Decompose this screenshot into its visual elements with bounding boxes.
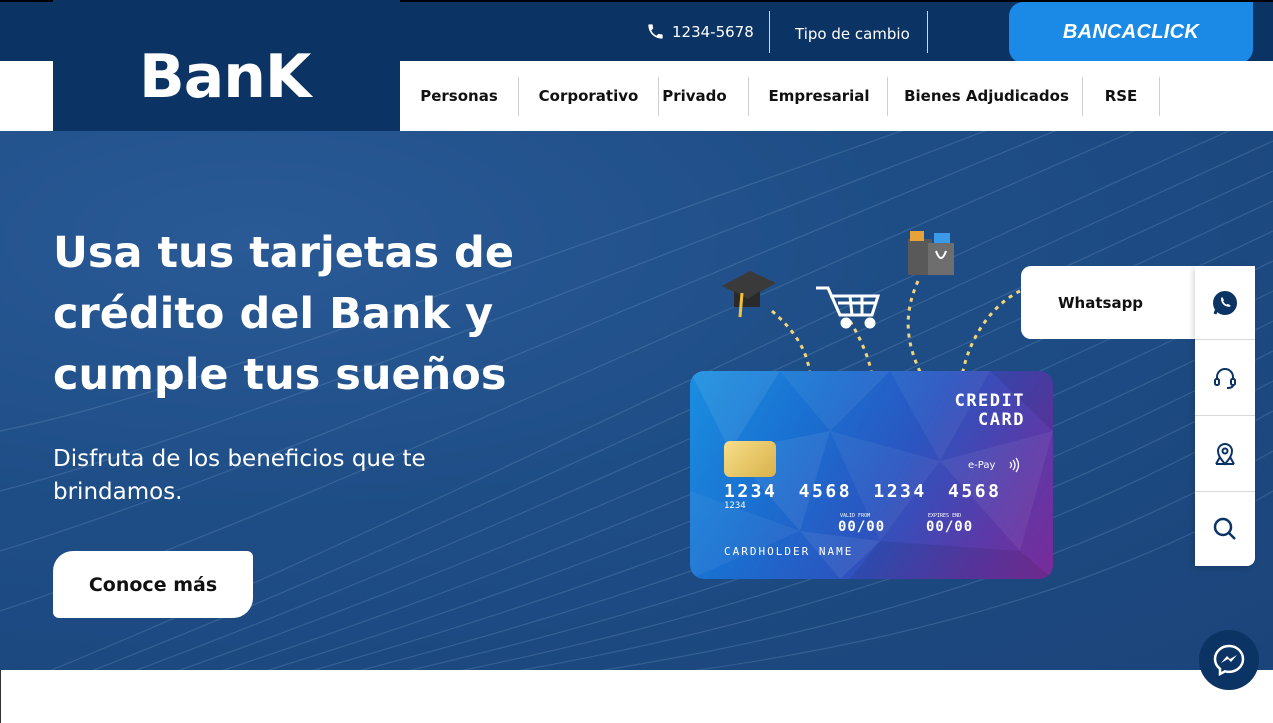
card-number: 1234 4568 1234 4568 [724,481,1002,502]
contactless-icon [1009,457,1020,473]
bank-logo[interactable]: BanK [139,42,311,112]
support-button[interactable] [1195,340,1255,416]
phone-link[interactable]: 1234-5678 [646,22,754,41]
nav-divider [887,77,888,116]
phone-number: 1234-5678 [672,22,754,41]
main-nav: Personas Corporativo Privado Empresarial… [400,61,1273,131]
nav-divider [1159,77,1160,116]
side-action-panel [1195,266,1255,566]
hero-banner: Usa tus tarjetas de crédito del Bank y c… [0,131,1273,670]
nav-item-personas[interactable]: Personas [400,61,518,131]
expires-value: 00/00 [926,519,974,535]
card-number-small: 1234 [724,501,746,511]
search-icon [1213,517,1236,540]
whatsapp-label-pill[interactable]: Whatsapp [1021,266,1207,339]
nav-divider [748,77,749,116]
nav-divider [1082,77,1083,116]
divider [769,11,770,53]
shopping-cart-icon [816,286,881,329]
page-below-fold [0,670,1273,723]
exchange-rate-link[interactable]: Tipo de cambio [795,25,910,43]
card-title-line2: CARD [978,410,1025,430]
whatsapp-label: Whatsapp [1058,293,1144,312]
conoce-mas-button[interactable]: Conoce más [53,551,253,618]
whatsapp-icon [1213,290,1237,315]
divider [927,11,928,53]
nav-item-bienes-adjudicados[interactable]: Bienes Adjudicados [894,61,1079,131]
graduation-cap-icon [722,271,776,318]
logo-container: BanK [53,0,400,131]
whatsapp-button[interactable] [1195,266,1255,340]
nav-item-rse[interactable]: RSE [1090,61,1152,131]
nav-item-corporativo[interactable]: Corporativo [530,61,647,131]
search-button[interactable] [1195,492,1255,566]
credit-card-illustration: CREDIT CARD e-Pay 1234 4568 1234 4568 12… [690,371,1053,579]
shopping-bag-icon [908,231,954,275]
messenger-icon [1213,644,1245,677]
card-chip [724,441,776,477]
location-button[interactable] [1195,416,1255,492]
messenger-button[interactable] [1199,630,1259,690]
valid-from-value: 00/00 [838,519,886,535]
nav-item-privado[interactable]: Privado [652,61,737,131]
card-epay-label: e-Pay [968,460,996,471]
hero-subline: Disfruta de los beneficios que te brinda… [53,446,426,505]
cardholder-name: CARDHOLDER NAME [724,545,854,558]
hero-headline: Usa tus tarjetas de crédito del Bank y c… [53,228,514,400]
nav-divider [518,77,519,116]
headset-icon [1214,367,1236,389]
card-benefit-icons [722,231,1021,377]
bancaclick-button[interactable]: BANCACLICK [1009,2,1253,63]
nav-item-empresarial[interactable]: Empresarial [755,61,883,131]
map-pin-icon [1215,442,1235,466]
card-title-line1: CREDIT [954,391,1025,411]
phone-icon [648,24,663,39]
